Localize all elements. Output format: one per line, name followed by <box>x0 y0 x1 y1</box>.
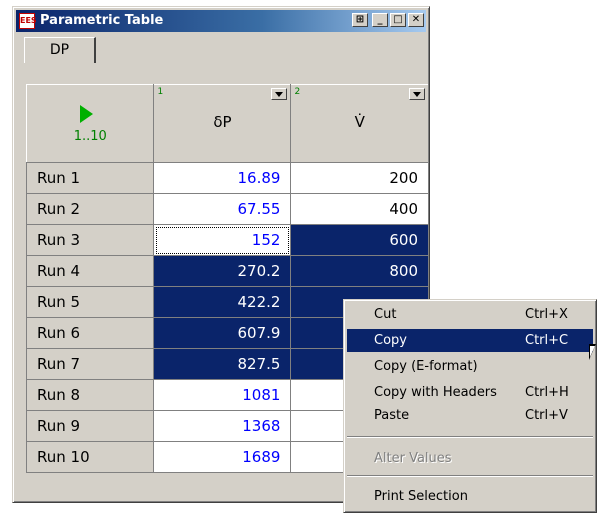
header-row: 1..10 1 δP 2 V̇ <box>25 84 429 163</box>
table-row: Run 2 67.55 400 <box>25 193 429 225</box>
column-number: 2 <box>294 87 301 97</box>
menu-item-alter-values: Alter Values <box>347 447 593 470</box>
column-name: V̇ <box>354 113 365 131</box>
menu-item-shortcut: Ctrl+H <box>525 385 569 400</box>
play-icon[interactable] <box>80 105 93 123</box>
table-cell[interactable]: 152 <box>153 224 292 256</box>
run-range: 1..10 <box>73 129 107 144</box>
row-header[interactable]: Run 1 <box>25 162 155 194</box>
menu-item-copy-with-headers[interactable]: Copy with Headers Ctrl+H <box>347 381 593 404</box>
menu-item-label: Paste <box>374 408 410 423</box>
row-header[interactable]: Run 7 <box>25 348 155 380</box>
column-dropdown-icon[interactable] <box>409 88 425 100</box>
menu-item-label: Cut <box>374 307 397 322</box>
menu-item-label: Copy <box>374 333 407 348</box>
table-cell[interactable]: 67.55 <box>153 193 292 225</box>
context-menu: Cut Ctrl+X Copy Ctrl+C Copy (E-format) C… <box>343 299 597 513</box>
row-header[interactable]: Run 6 <box>25 317 155 349</box>
maximize-button[interactable]: □ <box>390 13 406 27</box>
table-cell[interactable]: 400 <box>290 193 429 225</box>
table-cell[interactable]: 1081 <box>153 379 292 411</box>
row-header[interactable]: Run 9 <box>25 410 155 442</box>
menu-item-paste[interactable]: Paste Ctrl+V <box>347 404 593 427</box>
row-header[interactable]: Run 2 <box>25 193 155 225</box>
menu-item-copy[interactable]: Copy Ctrl+C <box>347 329 593 352</box>
mouse-pointer-icon <box>589 344 596 360</box>
dock-button[interactable]: ⊞ <box>352 13 368 27</box>
table-cell[interactable]: 600 <box>290 224 429 256</box>
table-row: Run 4 270.2 800 <box>25 255 429 287</box>
menu-item-shortcut: Ctrl+V <box>525 408 568 423</box>
column-dropdown-icon[interactable] <box>271 88 288 100</box>
row-header[interactable]: Run 3 <box>25 224 155 256</box>
menu-separator <box>347 436 593 438</box>
menu-item-copy-e-format[interactable]: Copy (E-format) <box>347 355 593 378</box>
close-button[interactable]: ✕ <box>408 13 424 27</box>
row-header[interactable]: Run 5 <box>25 286 155 318</box>
table-cell[interactable]: 16.89 <box>153 162 292 194</box>
column-number: 1 <box>157 87 164 97</box>
menu-item-label: Print Selection <box>374 489 468 504</box>
minimize-button[interactable]: _ <box>372 13 388 27</box>
table-row: Run 1 16.89 200 <box>25 162 429 194</box>
table-cell[interactable]: 800 <box>290 255 429 287</box>
table-cell[interactable]: 607.9 <box>153 317 292 349</box>
menu-item-label: Copy with Headers <box>374 385 497 400</box>
table-row: Run 3 152 600 <box>25 224 429 256</box>
menu-item-shortcut: Ctrl+X <box>525 307 568 322</box>
ees-app-icon: EES <box>19 13 37 29</box>
title-bar[interactable]: EES Parametric Table ⊞ _ □ ✕ <box>16 10 426 32</box>
table-cell[interactable]: 827.5 <box>153 348 292 380</box>
menu-item-cut[interactable]: Cut Ctrl+X <box>347 303 593 326</box>
table-cell[interactable]: 200 <box>290 162 429 194</box>
menu-item-label: Alter Values <box>374 451 452 466</box>
tab-strip: DP <box>16 35 426 63</box>
table-cell[interactable]: 422.2 <box>153 286 292 318</box>
row-header[interactable]: Run 10 <box>25 441 155 473</box>
run-all-cell[interactable]: 1..10 <box>25 84 155 163</box>
window-title: Parametric Table <box>40 13 164 28</box>
menu-item-shortcut: Ctrl+C <box>525 333 569 348</box>
table-cell[interactable]: 1689 <box>153 441 292 473</box>
tab-dp[interactable]: DP <box>24 37 96 63</box>
table-cell[interactable]: 1368 <box>153 410 292 442</box>
row-header[interactable]: Run 4 <box>25 255 155 287</box>
menu-separator <box>347 475 593 477</box>
column-header-vdot[interactable]: 2 V̇ <box>290 84 429 163</box>
column-name: δP <box>213 113 232 131</box>
table-cell[interactable]: 270.2 <box>153 255 292 287</box>
column-header-dp[interactable]: 1 δP <box>153 84 292 163</box>
row-header[interactable]: Run 8 <box>25 379 155 411</box>
menu-item-label: Copy (E-format) <box>374 359 478 374</box>
menu-item-print-selection[interactable]: Print Selection <box>347 485 593 508</box>
